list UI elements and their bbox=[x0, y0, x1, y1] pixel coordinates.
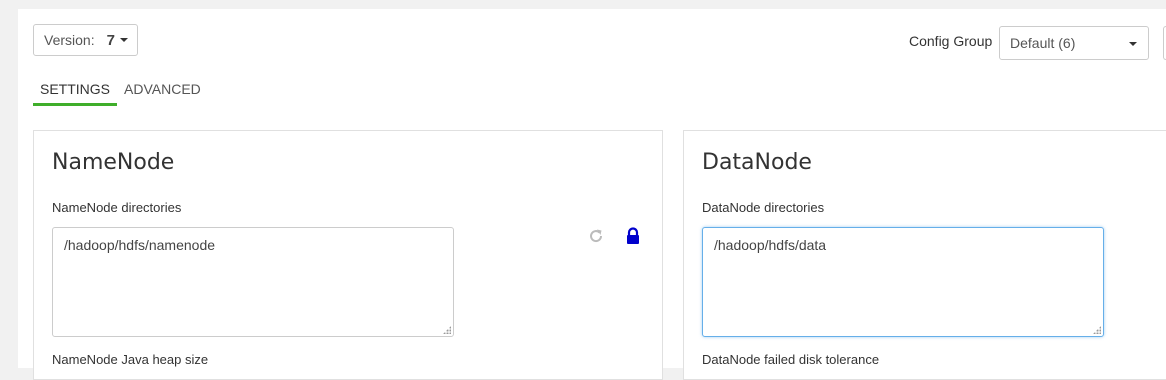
version-dropdown-button[interactable]: Version: 7 bbox=[33, 24, 138, 56]
datanode-panel-title: DataNode bbox=[702, 150, 812, 175]
config-group-label: Config Group bbox=[909, 33, 993, 49]
version-label: Version: bbox=[44, 32, 95, 48]
config-group-selected-value: Default (6) bbox=[1010, 35, 1076, 51]
chevron-down-icon bbox=[119, 38, 128, 42]
config-group-select[interactable]: Default (6) bbox=[999, 26, 1149, 60]
datanode-directories-field[interactable]: /hadoop/hdfs/data bbox=[702, 227, 1104, 337]
namenode-directories-field[interactable]: /hadoop/hdfs/namenode bbox=[52, 227, 454, 337]
version-number: 7 bbox=[106, 31, 115, 49]
datanode-panel: DataNode DataNode directories /hadoop/hd… bbox=[683, 130, 1166, 380]
namenode-heap-size-label: NameNode Java heap size bbox=[52, 352, 209, 367]
tab-advanced[interactable]: ADVANCED bbox=[117, 79, 208, 106]
settings-tabs: SETTINGS ADVANCED bbox=[33, 79, 208, 106]
lock-icon[interactable] bbox=[625, 227, 641, 245]
refresh-icon[interactable] bbox=[588, 228, 604, 244]
datanode-directories-label: DataNode directories bbox=[702, 200, 825, 215]
config-page: Version: 7 Config Group Default (6) SETT… bbox=[18, 9, 1166, 380]
namenode-panel: NameNode NameNode directories /hadoop/hd… bbox=[33, 130, 663, 380]
tab-settings[interactable]: SETTINGS bbox=[33, 79, 118, 106]
namenode-panel-title: NameNode bbox=[52, 150, 175, 175]
datanode-failed-disk-tolerance-label: DataNode failed disk tolerance bbox=[702, 352, 880, 367]
chevron-down-icon bbox=[1129, 42, 1137, 46]
namenode-directories-label: NameNode directories bbox=[52, 200, 182, 215]
